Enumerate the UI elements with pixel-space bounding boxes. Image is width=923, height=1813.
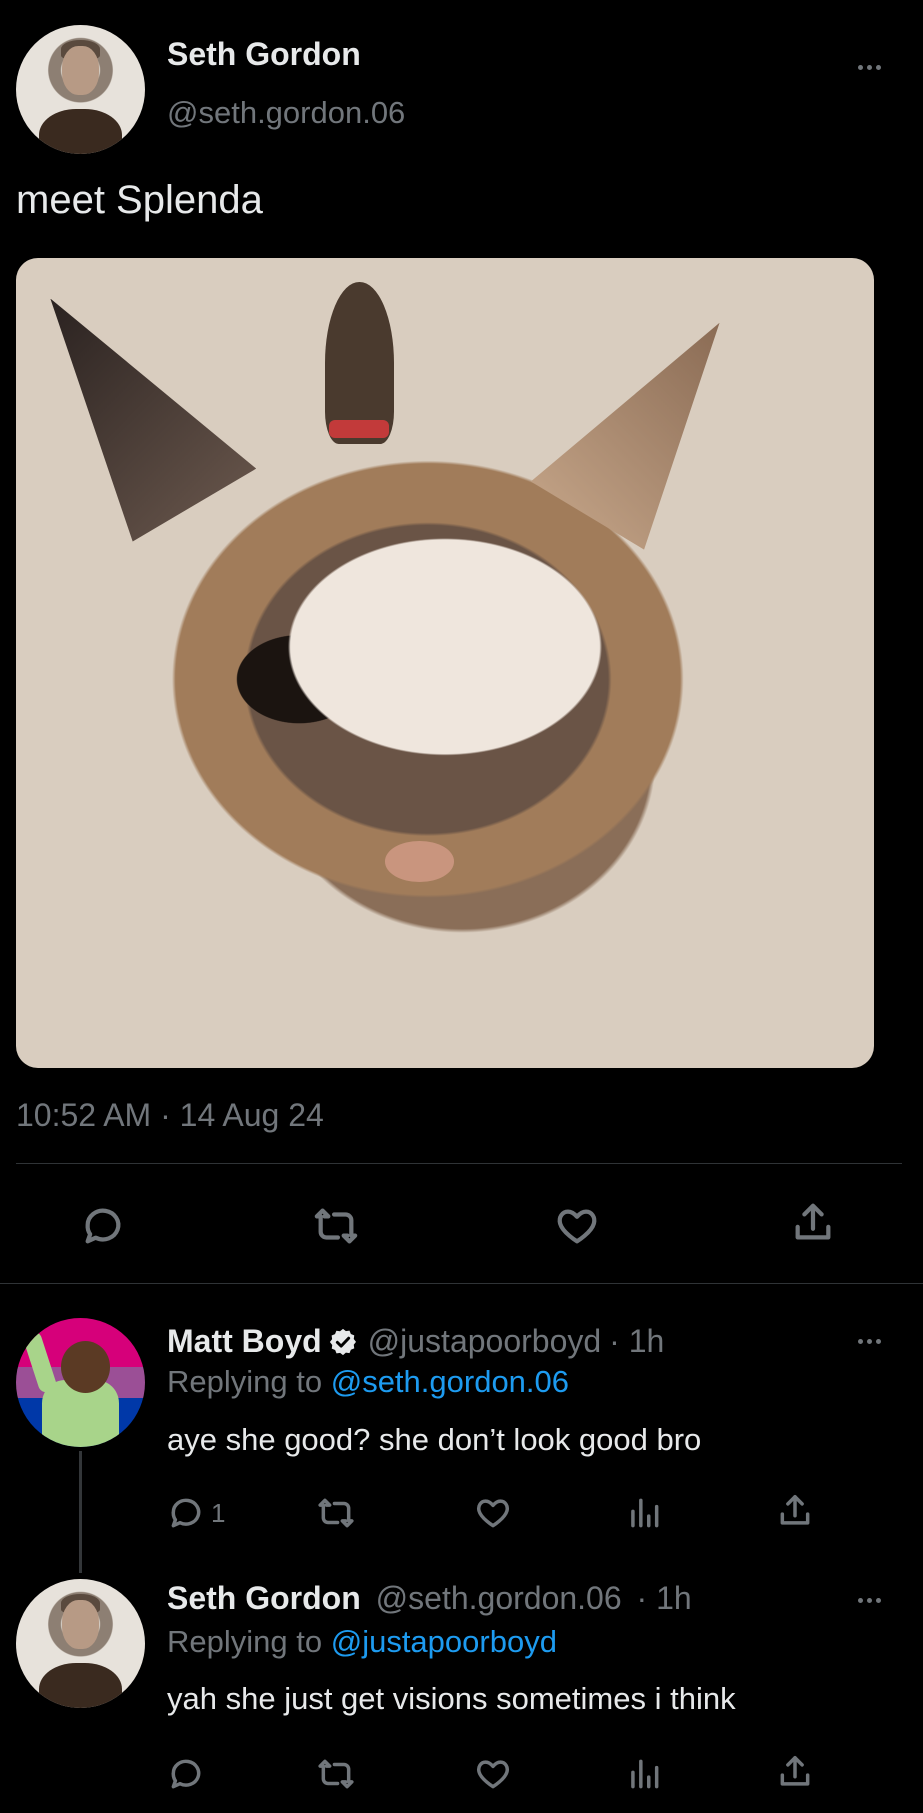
retweet-icon[interactable] [313,1203,359,1249]
reply-author-name[interactable]: Seth Gordon [167,1580,361,1616]
reply-icon[interactable] [167,1755,205,1793]
divider [16,1163,902,1164]
retweet-icon[interactable] [317,1494,355,1532]
reply-icon[interactable] [167,1494,205,1532]
author-avatar[interactable] [16,25,145,154]
reply-text: yah she just get visions sometimes i thi… [167,1681,736,1716]
retweet-icon[interactable] [317,1755,355,1793]
share-icon[interactable] [790,1200,836,1246]
replying-to-link[interactable]: @seth.gordon.06 [331,1364,569,1399]
reply-text: aye she good? she don’t look good bro [167,1422,702,1457]
reply-time[interactable]: · 1h [637,1580,692,1616]
heart-icon[interactable] [554,1203,600,1249]
views-icon[interactable] [625,1494,663,1532]
reply-author-handle[interactable]: @justapoorboyd [368,1323,602,1360]
reply-icon[interactable] [80,1203,126,1249]
replying-label: Replying to [167,1624,323,1659]
reply-author-handle[interactable]: @seth.gordon.06 [376,1580,622,1616]
divider [0,1283,923,1284]
reply-author-name[interactable]: Matt Boyd [167,1323,322,1360]
more-icon[interactable] [858,65,881,70]
reply-count: 1 [211,1497,226,1528]
share-icon[interactable] [776,1492,814,1530]
more-icon[interactable] [858,1339,881,1344]
tweet-timestamp[interactable]: 10:52 AM · 14 Aug 24 [16,1097,324,1134]
reply-avatar[interactable] [16,1579,145,1708]
reply-avatar[interactable] [16,1318,145,1447]
heart-icon[interactable] [474,1755,512,1793]
replying-to-link[interactable]: @justapoorboyd [331,1624,557,1659]
reply-time[interactable]: · 1h [609,1323,664,1360]
thread-line [79,1451,82,1573]
tweet-text: meet Splenda [16,178,263,222]
share-icon[interactable] [776,1753,814,1791]
author-name[interactable]: Seth Gordon [167,36,361,73]
more-icon[interactable] [858,1598,881,1603]
verified-badge-icon [328,1327,358,1357]
views-icon[interactable] [625,1755,663,1793]
author-handle[interactable]: @seth.gordon.06 [167,95,405,131]
tweet-photo[interactable] [16,258,874,1068]
replying-label: Replying to [167,1364,323,1399]
heart-icon[interactable] [474,1494,512,1532]
